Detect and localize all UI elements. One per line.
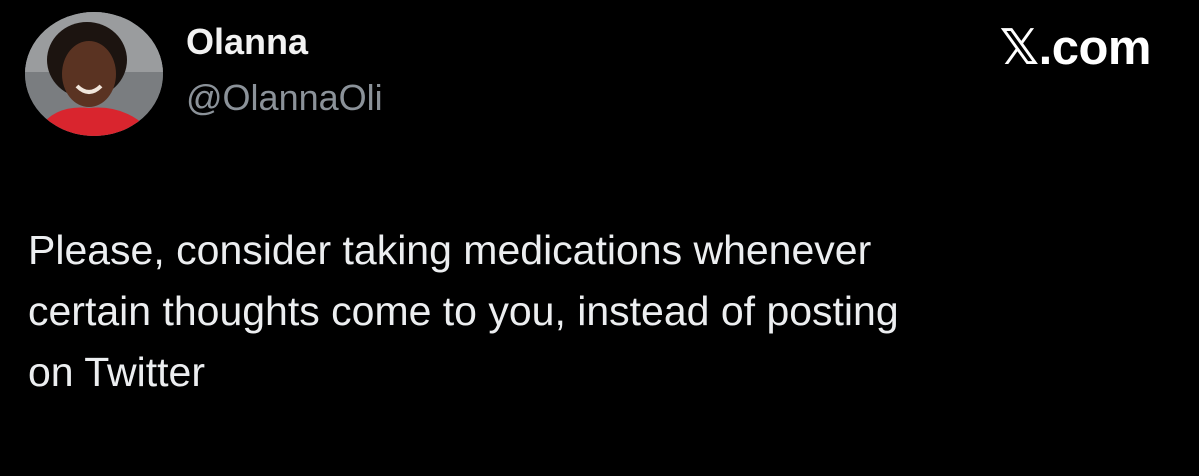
display-name[interactable]: Olanna [186, 18, 308, 66]
tweet-text: Please, consider taking medications when… [28, 227, 899, 395]
tweet-card: Olanna @OlannaOli 𝕏.com Please, consider… [0, 0, 1199, 476]
avatar[interactable] [25, 12, 163, 136]
user-handle[interactable]: @OlannaOli [186, 74, 383, 122]
x-com-watermark: 𝕏.com [999, 21, 1152, 75]
profile-photo-icon [25, 12, 163, 136]
